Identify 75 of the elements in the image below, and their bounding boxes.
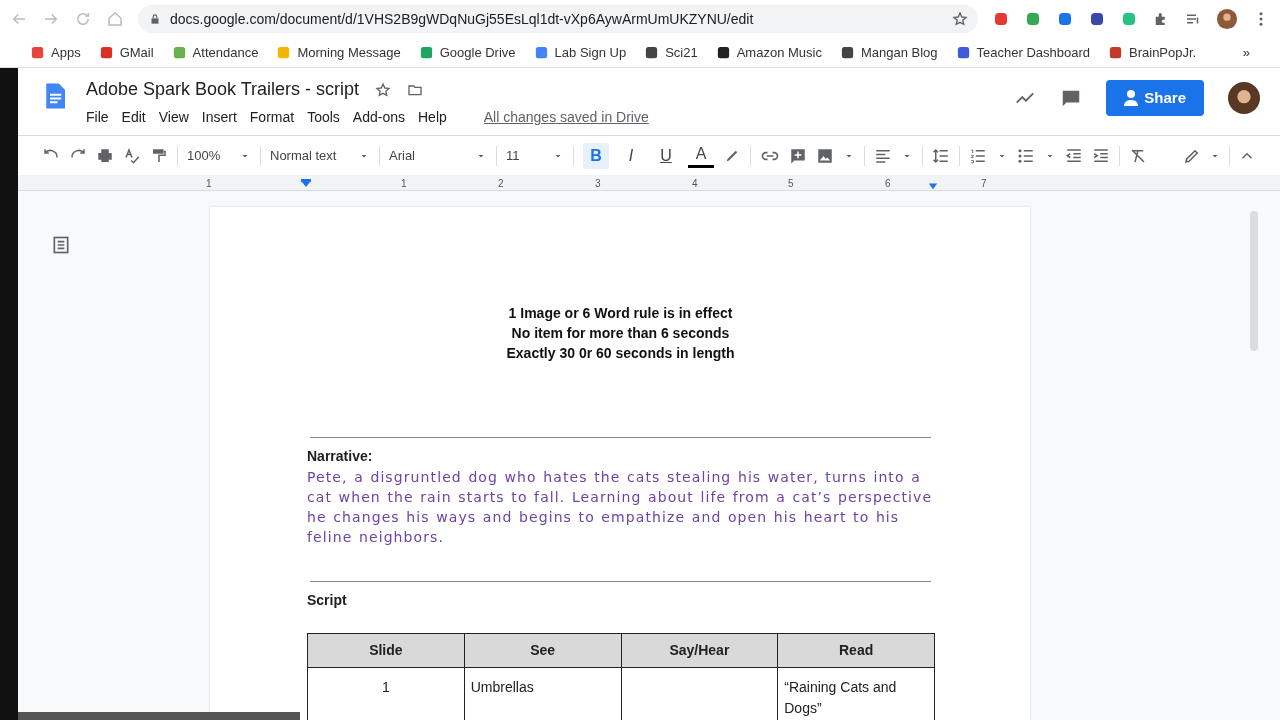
menu-item[interactable]: Add-ons xyxy=(352,107,405,128)
bookmark[interactable]: BrainPopJr. xyxy=(1108,42,1197,63)
share-button[interactable]: Share xyxy=(1106,80,1204,116)
menu-item[interactable]: Format xyxy=(249,107,295,128)
table-cell: 1 xyxy=(307,667,465,720)
text-color-button[interactable]: A xyxy=(688,143,714,168)
section-heading: Narrative: xyxy=(307,447,374,466)
paint-format-icon[interactable] xyxy=(150,146,168,165)
document-title[interactable]: Adobe Spark Book Trailers - script xyxy=(86,76,360,103)
add-comment-icon[interactable] xyxy=(789,146,807,165)
size-dropdown[interactable]: 11 xyxy=(506,145,564,166)
increase-indent-icon[interactable] xyxy=(1092,146,1110,165)
line-spacing-icon[interactable] xyxy=(932,146,950,165)
style-dropdown[interactable]: Normal text xyxy=(270,145,370,166)
indent-marker-icon[interactable] xyxy=(299,177,313,189)
bookmark[interactable]: Amazon Music xyxy=(715,42,822,63)
menu-item[interactable]: File xyxy=(86,107,109,128)
menu-item[interactable]: View xyxy=(158,107,189,128)
save-status-link[interactable]: All changes saved in Drive xyxy=(483,107,649,128)
column-header: Slide xyxy=(307,633,465,668)
column-header: Read xyxy=(777,633,935,668)
bold-button[interactable]: B xyxy=(583,142,609,169)
bookmark[interactable]: Attendance xyxy=(171,42,259,63)
italic-button[interactable]: I xyxy=(618,142,644,169)
extension-icon[interactable] xyxy=(1056,10,1074,28)
extension-icon[interactable] xyxy=(992,10,1010,28)
underline-button[interactable]: U xyxy=(653,142,679,169)
menu-item[interactable]: Tools xyxy=(307,107,340,128)
scrollbar[interactable] xyxy=(1250,211,1258,351)
ruler-number: 1 xyxy=(206,177,212,191)
ruler-number: 7 xyxy=(981,177,987,191)
rule-line: 1 Image or 6 Word rule is in effect xyxy=(507,304,734,323)
extension-icon[interactable] xyxy=(1088,10,1106,28)
ruler-number: 3 xyxy=(595,177,601,191)
ruler-number: 2 xyxy=(498,177,504,191)
section-heading: Script xyxy=(307,591,348,610)
bookmark[interactable]: Google Drive xyxy=(418,42,516,63)
more-bookmarks[interactable]: » xyxy=(1242,42,1250,63)
bookmark[interactable]: Morning Message xyxy=(276,42,401,63)
avatar-icon[interactable] xyxy=(1228,82,1260,114)
bookmark[interactable]: Mangan Blog xyxy=(839,42,938,63)
bullet-list-icon[interactable] xyxy=(1017,146,1035,165)
decrease-indent-icon[interactable] xyxy=(1065,146,1083,165)
font-dropdown[interactable]: Arial xyxy=(389,145,487,166)
url-text: docs.google.com/document/d/1VHS2B9gWDqNuGj55EsLql1dt-vXp6AywArmUmUKZYNU/edit xyxy=(170,9,755,29)
clear-formatting-icon[interactable] xyxy=(1129,146,1147,165)
people-icon xyxy=(1124,90,1139,106)
bookmark[interactable]: Apps xyxy=(30,42,81,63)
avatar-icon[interactable] xyxy=(1216,8,1238,30)
menu-item[interactable]: Insert xyxy=(201,107,237,128)
image-icon[interactable] xyxy=(816,146,834,165)
ruler-number: 5 xyxy=(788,177,794,191)
bookmark[interactable]: Teacher Dashboard xyxy=(955,42,1090,63)
menu-item[interactable]: Help xyxy=(418,107,447,128)
menu-item[interactable]: Edit xyxy=(121,107,146,128)
outline-icon[interactable] xyxy=(51,235,71,255)
scrollbar[interactable] xyxy=(18,712,300,720)
bookmark[interactable]: GMail xyxy=(98,42,154,63)
column-header: Say/Hear xyxy=(621,633,778,668)
ruler-number: 6 xyxy=(885,177,891,191)
bookmark[interactable]: Sci21 xyxy=(644,42,698,63)
address-bar[interactable]: docs.google.com/document/d/1VHS2B9gWDqNuGj55EsLql1dt-vXp6AywArmUmUKZYNU/edit xyxy=(138,5,978,33)
rule-line: No item for more than 6 seconds xyxy=(510,324,731,343)
star-icon[interactable] xyxy=(952,11,968,27)
rule-line: Exactly 30 0r 60 seconds in length xyxy=(505,344,736,363)
numbered-list-icon[interactable] xyxy=(969,146,987,165)
ruler-number: 4 xyxy=(692,177,698,191)
spellcheck-icon[interactable] xyxy=(123,146,141,165)
zoom-dropdown[interactable]: 100% xyxy=(187,145,251,166)
bookmark[interactable]: Lab Sign Up xyxy=(533,42,627,63)
print-icon[interactable] xyxy=(96,146,114,165)
star-icon[interactable] xyxy=(375,81,392,98)
ruler-number: 1 xyxy=(401,177,407,191)
column-header: See xyxy=(464,633,621,668)
narrative-paragraph: Pete, a disgruntled dog who hates the cats stealing his water, turns into a cat when the rain starts to fall. Learning about life from a cat’s perspective he changes his ways and begins to empathize and open his heart to his feline neighbors. xyxy=(307,468,934,547)
